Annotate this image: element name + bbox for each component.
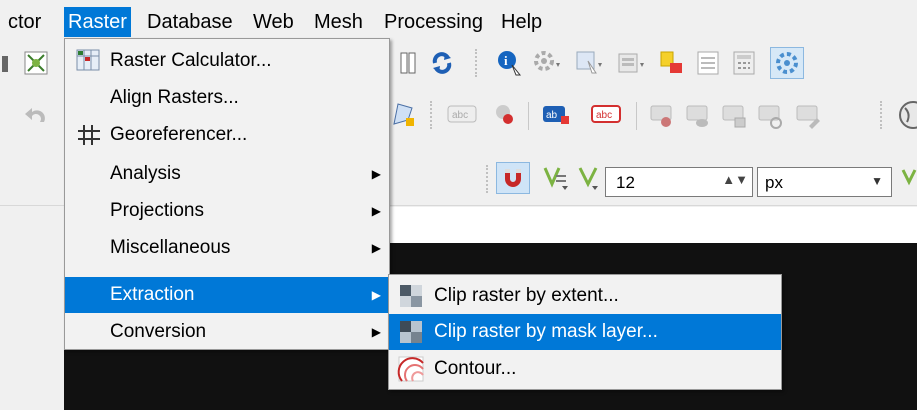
menu-item-contour[interactable]: Contour... <box>389 351 781 387</box>
spinner-arrows-icon[interactable]: ▲▼ <box>722 172 748 187</box>
snapping-units-value: px <box>765 173 783 192</box>
submenu-arrow-icon: ▶ <box>371 325 381 339</box>
contour-icon <box>397 355 425 383</box>
raster-clip-mask-icon <box>397 318 425 346</box>
toolbar-grip[interactable] <box>486 165 490 193</box>
label-show-icon[interactable] <box>685 102 713 130</box>
menu-item-conversion[interactable]: Conversion ▶ <box>65 314 389 350</box>
label-pin-grey-icon[interactable] <box>649 102 677 130</box>
left-panel-area <box>0 207 64 410</box>
chevron-down-icon: ▼ <box>871 174 883 188</box>
refresh-icon[interactable] <box>428 49 456 77</box>
vertex-tool-icon[interactable] <box>390 100 418 128</box>
menu-item-clip-raster-by-mask-layer[interactable]: Clip raster by mask layer... <box>389 314 781 350</box>
svg-text:abc: abc <box>596 110 612 121</box>
submenu-arrow-icon: ▶ <box>371 288 381 302</box>
extraction-submenu: Clip raster by extent... Clip raster by … <box>388 274 782 390</box>
snap-type-icon[interactable] <box>576 164 604 192</box>
label-highlight-icon[interactable]: ab <box>541 102 573 130</box>
zoom-layer-icon[interactable] <box>393 49 421 77</box>
menu-item-miscellaneous[interactable]: Miscellaneous ▶ <box>65 230 389 266</box>
menu-item-projections[interactable]: Projections ▶ <box>65 193 389 229</box>
menu-item-analysis[interactable]: Analysis ▶ <box>65 156 389 192</box>
svg-text:ab: ab <box>546 110 558 121</box>
toolbar-edge-icon <box>2 50 10 78</box>
label-change-icon[interactable] <box>795 102 823 130</box>
georeferencer-grid-icon <box>75 121 103 149</box>
menu-database[interactable]: Database <box>143 9 237 35</box>
snap-vertex-icon[interactable] <box>540 164 572 192</box>
calculator-grid-icon <box>75 47 103 75</box>
processing-toolbox-icon[interactable] <box>770 47 804 79</box>
raster-clip-extent-icon <box>397 282 425 310</box>
toolbar-grip[interactable] <box>475 49 479 77</box>
snapping-tolerance-input[interactable]: 12 ▲▼ <box>605 167 753 197</box>
menu-mesh[interactable]: Mesh <box>310 9 367 35</box>
snapping-tolerance-value: 12 <box>616 173 635 192</box>
deselect-icon[interactable] <box>616 49 644 77</box>
label-move-icon[interactable] <box>721 102 749 130</box>
label-rotate-icon[interactable] <box>757 102 785 130</box>
toolbar-grip[interactable] <box>430 101 434 129</box>
raster-menu: Raster Calculator... Align Rasters... Ge… <box>64 38 390 350</box>
snapping-units-select[interactable]: px ▼ <box>757 167 892 197</box>
submenu-arrow-icon: ▶ <box>371 167 381 181</box>
menu-item-clip-raster-by-extent[interactable]: Clip raster by extent... <box>389 278 781 314</box>
menu-item-georeferencer[interactable]: Georeferencer... <box>65 117 389 153</box>
action-settings-icon[interactable] <box>532 49 560 77</box>
snapping-toggle-icon[interactable] <box>496 162 530 194</box>
toolbar-grip[interactable] <box>880 101 884 129</box>
globe-icon[interactable] <box>897 100 917 129</box>
identify-features-icon[interactable]: i <box>496 49 524 77</box>
menu-web[interactable]: Web <box>249 9 298 35</box>
separator <box>636 102 637 130</box>
label-pin-icon[interactable] <box>491 102 519 130</box>
svg-text:abc: abc <box>452 110 468 121</box>
menu-item-extraction[interactable]: Extraction ▶ <box>65 277 389 313</box>
field-calculator-icon[interactable] <box>730 49 758 77</box>
zoom-full-icon[interactable] <box>22 49 50 77</box>
submenu-arrow-icon: ▶ <box>371 204 381 218</box>
menu-help[interactable]: Help <box>497 9 546 35</box>
attribute-table-icon[interactable] <box>694 49 722 77</box>
submenu-arrow-icon: ▶ <box>371 241 381 255</box>
menu-item-align-rasters[interactable]: Align Rasters... <box>65 80 389 116</box>
svg-text:i: i <box>504 53 508 68</box>
menu-item-raster-calculator[interactable]: Raster Calculator... <box>65 43 389 79</box>
snap-overlap-icon[interactable] <box>897 164 917 192</box>
menu-vector[interactable]: ctor <box>4 9 45 35</box>
menu-bar: ctor Raster Database Web Mesh Processing… <box>0 0 917 38</box>
menu-processing[interactable]: Processing <box>380 9 487 35</box>
select-by-value-icon[interactable] <box>658 49 686 77</box>
separator <box>528 102 529 130</box>
undo-icon[interactable] <box>22 102 50 130</box>
label-abc-icon[interactable]: abc <box>447 102 477 130</box>
menu-raster[interactable]: Raster <box>64 7 131 37</box>
label-red-abc-icon[interactable]: abc <box>590 102 624 130</box>
select-features-icon[interactable] <box>574 49 602 77</box>
